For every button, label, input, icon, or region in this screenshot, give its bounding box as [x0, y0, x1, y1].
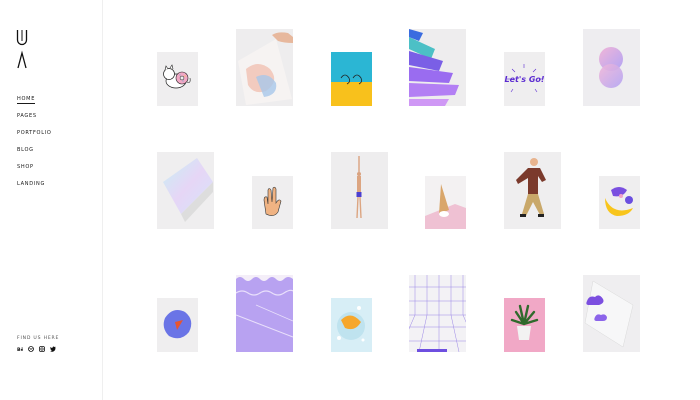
- instagram-icon[interactable]: [39, 346, 45, 352]
- blue-blob-character-image: [157, 298, 198, 352]
- gallery-item-swimmer[interactable]: [331, 152, 388, 229]
- dancing-man-photo-image: [504, 152, 561, 229]
- svg-text:Bē: Bē: [17, 347, 23, 352]
- purple-grid-room-image: [409, 275, 466, 352]
- plant-in-pink-image: [504, 298, 545, 352]
- nav-item-shop[interactable]: Shop: [17, 163, 52, 180]
- main-nav: Home Pages Portfolio Blog Shop Landing: [17, 95, 52, 197]
- gallery-item-grid-room[interactable]: [409, 275, 466, 352]
- social-links: Bē: [17, 346, 56, 352]
- lets-go-lettering-image: Let's Go!: [504, 52, 545, 106]
- nav-item-home[interactable]: Home: [17, 95, 52, 112]
- svg-text:Let's Go!: Let's Go!: [504, 75, 544, 84]
- gallery-item-dancing-man[interactable]: [504, 152, 561, 229]
- gallery-item-purple-swatches[interactable]: [409, 29, 466, 106]
- donut-cat-sticker-image: [157, 52, 198, 106]
- nav-item-portfolio[interactable]: Portfolio: [17, 129, 52, 146]
- sidebar: Home Pages Portfolio Blog Shop Landing F…: [0, 0, 103, 400]
- nav-item-pages[interactable]: Pages: [17, 112, 52, 129]
- holographic-notebook-image: [157, 152, 214, 229]
- gallery-item-purple-pool[interactable]: [236, 275, 293, 352]
- swimmer-figure-image: [331, 152, 388, 229]
- gallery-item-orange-splash[interactable]: [331, 298, 372, 352]
- gallery-item-purple-clouds[interactable]: [583, 275, 640, 352]
- dropped-ice-cream-image: [425, 176, 466, 229]
- gallery-item-blue-blob[interactable]: [157, 298, 198, 352]
- hand-sign-drawing-image: [252, 176, 293, 229]
- purple-clouds-glass-image: [583, 275, 640, 352]
- gradient-pink-blob-image: [583, 29, 640, 106]
- purple-color-swatches-image: [409, 29, 466, 106]
- gallery-item-ice-cream[interactable]: [425, 176, 466, 229]
- watercolor-paper-hand-image: [236, 29, 293, 106]
- gallery-item-watercolor-paper[interactable]: [236, 29, 293, 106]
- gallery-item-yellow-teal-card[interactable]: [331, 52, 372, 106]
- yellow-teal-sketch-card-image: [331, 52, 372, 106]
- dribbble-icon[interactable]: [28, 346, 34, 352]
- nav-item-blog[interactable]: Blog: [17, 146, 52, 163]
- gallery-item-hand-sign[interactable]: [252, 176, 293, 229]
- gallery-item-plant[interactable]: [504, 298, 545, 352]
- nav-item-landing[interactable]: Landing: [17, 180, 52, 197]
- find-us-label: Find us here: [17, 336, 60, 341]
- purple-pool-water-image: [236, 275, 293, 352]
- gallery-item-lets-go[interactable]: Let's Go!: [504, 52, 545, 106]
- gallery-item-donut-cat[interactable]: [157, 52, 198, 106]
- orange-slice-splash-image: [331, 298, 372, 352]
- gallery-item-gradient-blob[interactable]: [583, 29, 640, 106]
- banana-character-image: [599, 176, 640, 229]
- gallery-item-holo-notebook[interactable]: [157, 152, 214, 229]
- behance-icon[interactable]: Bē: [17, 346, 23, 352]
- twitter-icon[interactable]: [50, 346, 56, 352]
- U-logo-icon[interactable]: [16, 29, 28, 69]
- gallery-item-banana[interactable]: [599, 176, 640, 229]
